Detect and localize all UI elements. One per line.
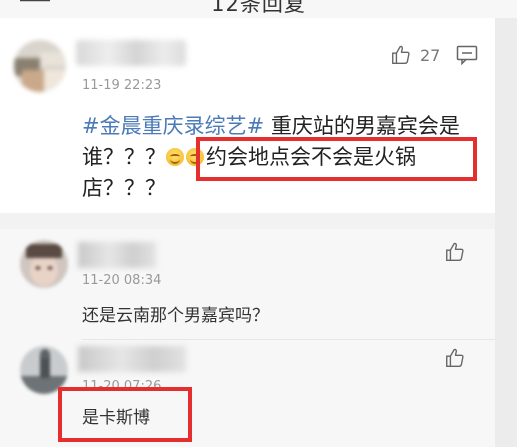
like-count: 27 — [420, 45, 441, 65]
username-blurred[interactable] — [76, 40, 186, 66]
like-icon[interactable] — [444, 347, 466, 369]
like-icon[interactable] — [444, 241, 466, 263]
scroll-gutter — [495, 18, 517, 447]
smile-emoji-icon — [166, 148, 184, 166]
comment-icon[interactable] — [456, 45, 478, 65]
username-blurred[interactable] — [78, 346, 186, 372]
list-item: 11-20 08:34 还是云南那个男嘉宾吗？ — [0, 229, 495, 343]
highlight-box — [196, 137, 477, 181]
username-blurred[interactable] — [78, 242, 156, 268]
top-bar: 12条回复 — [0, 0, 517, 18]
main-post: 11-19 22:23 27 #金晨重庆录综艺# 重庆站的男嘉宾会是谁？？？ 约会… — [0, 18, 495, 213]
section-divider — [0, 213, 495, 229]
page-title: 12条回复 — [211, 0, 306, 16]
highlight-box — [58, 387, 192, 442]
post-time: 11-19 22:23 — [82, 78, 162, 93]
topic-tag-link[interactable]: #金晨重庆录综艺# — [82, 114, 264, 138]
avatar[interactable] — [20, 240, 68, 288]
avatar[interactable] — [14, 40, 66, 92]
like-icon — [392, 45, 410, 64]
reply-time: 11-20 08:34 — [82, 273, 162, 288]
reply-text: 还是云南那个男嘉宾吗？ — [82, 306, 269, 326]
like-button[interactable]: 27 — [390, 44, 440, 66]
